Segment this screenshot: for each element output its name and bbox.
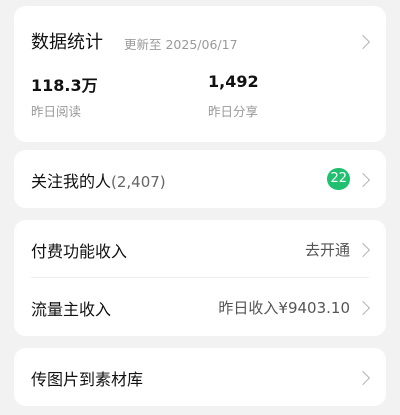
chevron-right-icon[interactable] xyxy=(355,300,371,316)
chevron-right-icon[interactable] xyxy=(355,370,371,386)
activate-link[interactable]: 去开通 xyxy=(305,239,350,260)
page: 数据统计 更新至 2025/06/17 118.3万 昨日阅读 1,492 昨日… xyxy=(0,0,400,415)
yesterday-reads-value: 118.3万 xyxy=(31,76,98,95)
paid-feature-income-label: 付费功能收入 xyxy=(31,242,128,261)
followers-row[interactable]: 关注我的人(2,407) 22 xyxy=(14,150,386,208)
upload-to-library-label: 传图片到素材库 xyxy=(31,370,144,389)
followers-label: 关注我的人 xyxy=(31,172,112,191)
divider xyxy=(31,277,369,278)
followers-count: (2,407) xyxy=(111,173,166,191)
chevron-right-icon[interactable] xyxy=(355,242,371,258)
chevron-right-icon[interactable] xyxy=(355,172,371,188)
stats-updated-date: 更新至 2025/06/17 xyxy=(124,37,238,52)
yesterday-reads-label: 昨日阅读 xyxy=(31,104,82,119)
followers-label-group: 关注我的人(2,407) xyxy=(31,168,166,192)
stats-card[interactable]: 数据统计 更新至 2025/06/17 118.3万 昨日阅读 1,492 昨日… xyxy=(14,6,386,142)
traffic-income-label: 流量主收入 xyxy=(31,300,112,319)
stats-title: 数据统计 xyxy=(31,32,103,53)
yesterday-income-value: 昨日收入¥9403.10 xyxy=(218,299,350,317)
new-followers-badge: 22 xyxy=(327,168,350,190)
chevron-right-icon[interactable] xyxy=(355,34,371,50)
yesterday-shares-label: 昨日分享 xyxy=(208,104,259,119)
upload-to-library-row[interactable]: 传图片到素材库 xyxy=(14,348,386,406)
income-card: 付费功能收入 去开通 流量主收入 昨日收入¥9403.10 xyxy=(14,220,386,336)
yesterday-shares-value: 1,492 xyxy=(208,72,259,91)
